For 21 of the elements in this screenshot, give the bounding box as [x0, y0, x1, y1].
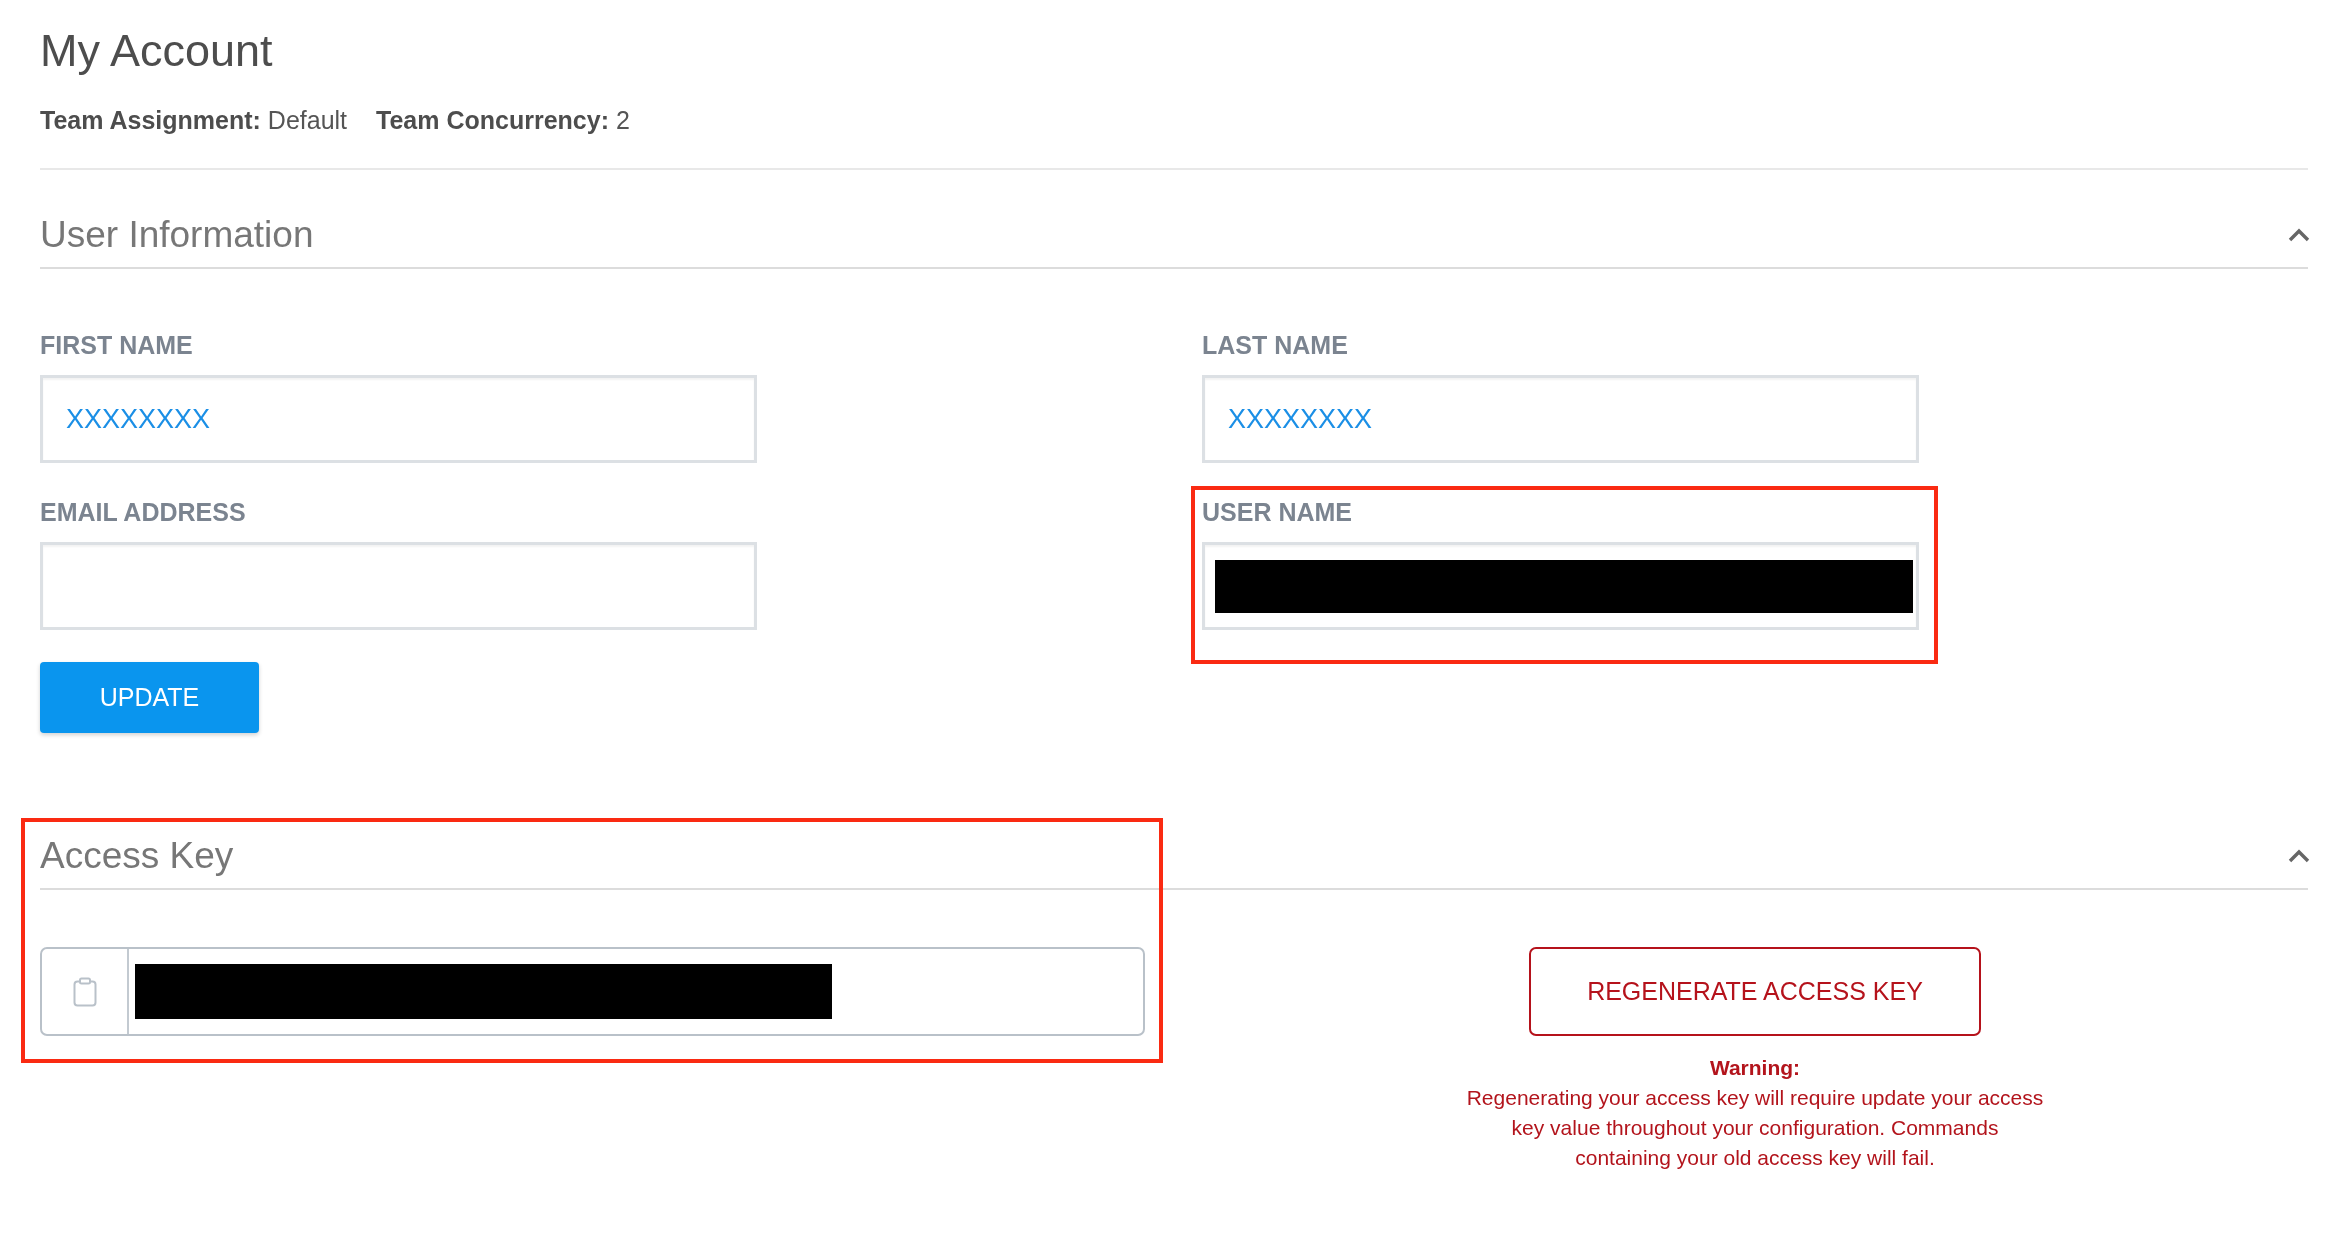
update-button[interactable]: UPDATE: [40, 662, 259, 733]
field-label: FIRST NAME: [40, 330, 193, 361]
section-title: Access Key: [40, 834, 234, 878]
chevron-up-icon[interactable]: [2288, 849, 2310, 863]
warning-text: Regenerating your access key will require update your access key value throughout your configuration. Commands containing your old access key will fail.: [1465, 1085, 2045, 1171]
field-label: LAST NAME: [1202, 330, 1348, 361]
chevron-up-icon[interactable]: [2288, 228, 2310, 242]
summary-text: Team Concurrency: 2: [376, 105, 630, 136]
text-field[interactable]: XXXXXXXX: [1202, 375, 1919, 463]
text-field[interactable]: XXXXXXXX: [40, 375, 757, 463]
field-label: USER NAME: [1202, 497, 1352, 528]
regenerate-button[interactable]: REGENERATE ACCESS KEY: [1529, 947, 1981, 1036]
page-title: My Account: [40, 24, 273, 78]
warning-title: Warning:: [1709, 1055, 1801, 1081]
clipboard-icon: [72, 976, 97, 1007]
section-title: User Information: [40, 213, 314, 257]
summary-text: Team Assignment: Default: [40, 105, 348, 136]
text-field[interactable]: [40, 542, 757, 630]
access-key-field[interactable]: [40, 947, 1145, 1036]
field-label: EMAIL ADDRESS: [40, 497, 246, 528]
text-field[interactable]: [1202, 542, 1919, 630]
